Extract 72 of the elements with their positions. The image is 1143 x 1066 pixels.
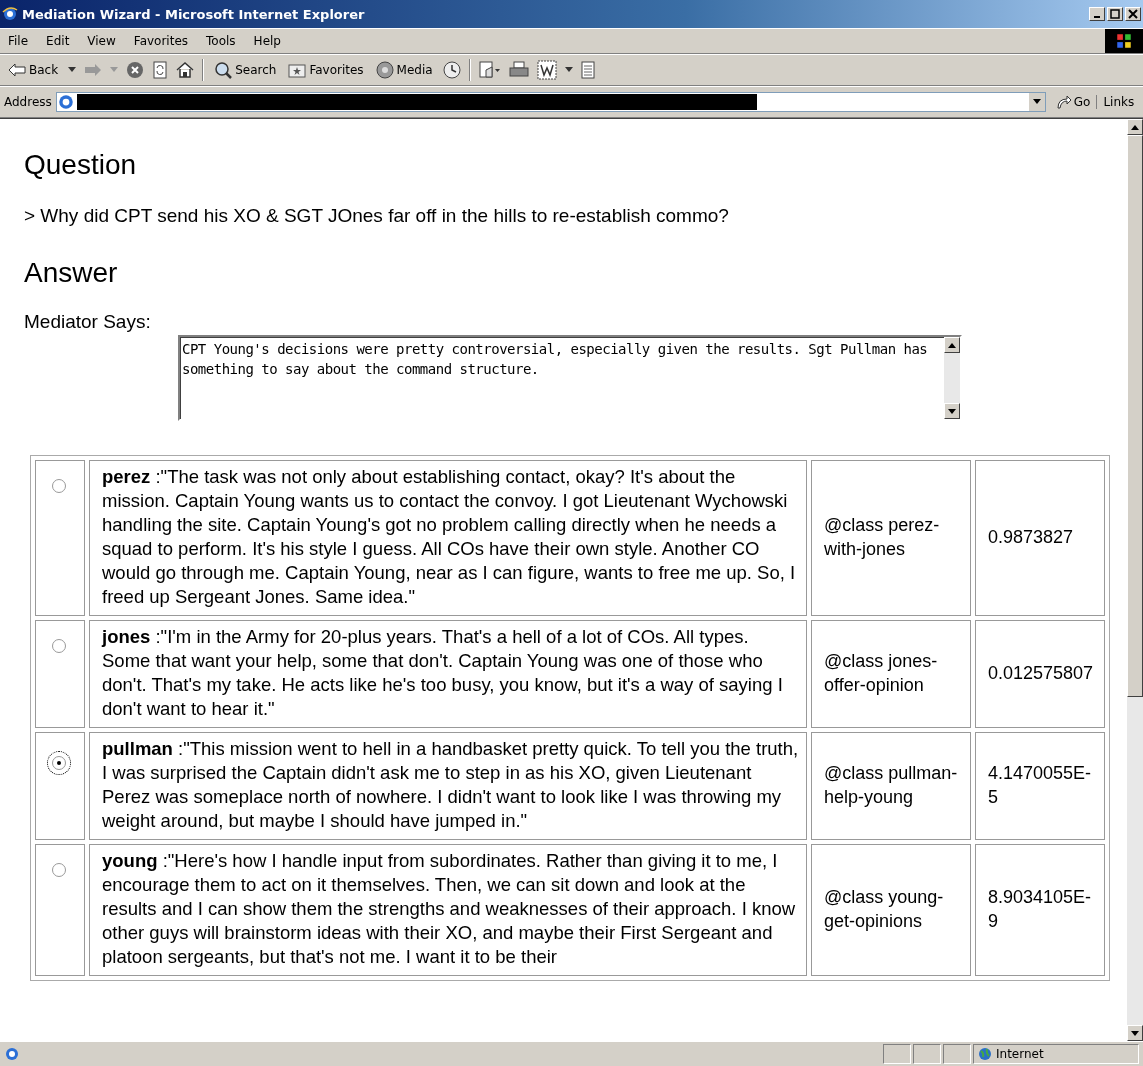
score-cell: 8.9034105E-9 xyxy=(975,844,1105,976)
score-cell: 0.9873827 xyxy=(975,460,1105,616)
radio-button[interactable] xyxy=(52,479,66,493)
status-pane xyxy=(943,1044,971,1064)
edit-icon[interactable] xyxy=(536,60,557,80)
document-icon[interactable] xyxy=(580,61,595,79)
history-icon[interactable] xyxy=(442,61,461,79)
go-button[interactable]: Go xyxy=(1049,95,1098,109)
home-icon[interactable] xyxy=(176,61,195,79)
class-cell: @class jones-offer-opinion xyxy=(811,620,971,728)
down-arrow-icon[interactable] xyxy=(948,408,956,414)
window-title: Mediation Wizard - Microsoft Internet Explorer xyxy=(22,6,366,22)
zone-label: Internet xyxy=(996,1047,1044,1061)
maximize-button[interactable] xyxy=(1107,7,1123,21)
print-icon[interactable] xyxy=(508,61,529,79)
address-field[interactable] xyxy=(55,92,1046,112)
response-cell: pullman :"This mission went to hell in a handbasket pretty quick. To tell you the truth, I was surprised the Captain didn't ask me to step in as his XO, given Lieutenant Perez was someplace north of nowhere. I didn't want to look like I was throwing my weight around, but maybe I should have jumped in." xyxy=(89,732,807,840)
question-text: > Why did CPT send his XO & SGT JOnes far off in the hills to re-establish commo? xyxy=(24,205,729,227)
down-arrow-icon[interactable] xyxy=(1131,1030,1139,1036)
class-cell: @class perez-with-jones xyxy=(811,460,971,616)
search-button[interactable]: Search xyxy=(212,61,279,79)
radio-button[interactable] xyxy=(52,863,66,877)
windows-logo-icon xyxy=(1105,29,1143,53)
stop-icon[interactable] xyxy=(126,61,145,79)
class-cell: @class pullman-help-young xyxy=(811,732,971,840)
favorites-button[interactable]: Favorites xyxy=(286,62,366,78)
menu-item[interactable]: Tools xyxy=(206,34,236,48)
radio-button[interactable] xyxy=(52,756,66,770)
minimize-icon xyxy=(1094,16,1100,18)
menu-item[interactable]: View xyxy=(87,34,116,48)
links-button[interactable]: Links xyxy=(1101,95,1137,109)
menu-item[interactable]: Help xyxy=(253,34,281,48)
close-button[interactable] xyxy=(1125,7,1141,21)
minimize-button[interactable] xyxy=(1089,7,1105,21)
response-cell: young :"Here's how I handle input from subordinates. Rather than giving it to me, I encourage them to act on it themselves. Then, we can sit down and look at the results and I can show them the strengths and weaknesses of their approach. I know other guys will brainstorm ideas with their XO, and maybe their First Sergeant and platoon sergeants, but that's not me. I want it to be their xyxy=(89,844,807,976)
maximize-icon xyxy=(1110,9,1120,19)
star-folder-icon xyxy=(288,62,307,78)
menu-item[interactable]: Favorites xyxy=(133,34,189,48)
score-cell: 0.012575807 xyxy=(975,620,1105,728)
page-icon xyxy=(4,1046,20,1062)
dropdown-arrow-icon[interactable] xyxy=(564,67,573,73)
section-heading: Answer xyxy=(24,257,118,289)
disc-icon xyxy=(375,61,394,79)
section-heading: Question xyxy=(24,149,137,181)
status-pane xyxy=(913,1044,941,1064)
up-arrow-icon[interactable] xyxy=(1131,124,1139,130)
back-arrow-icon xyxy=(8,63,26,77)
dropdown-arrow-icon[interactable] xyxy=(1032,99,1041,105)
mail-icon[interactable] xyxy=(478,61,501,79)
class-cell: @class young-get-opinions xyxy=(811,844,971,976)
browser-logo-icon xyxy=(2,6,18,22)
radio-button[interactable] xyxy=(52,639,66,653)
status-pane xyxy=(883,1044,911,1064)
vertical-scrollbar[interactable] xyxy=(1127,119,1143,1041)
mediator-label: Mediator Says: xyxy=(24,311,151,333)
refresh-icon[interactable] xyxy=(152,61,169,79)
page-icon xyxy=(56,93,75,111)
search-icon xyxy=(214,61,233,79)
close-icon xyxy=(1128,9,1138,19)
menu-item[interactable]: File xyxy=(8,34,29,48)
globe-icon xyxy=(978,1047,992,1061)
score-cell: 4.1470055E-5 xyxy=(975,732,1105,840)
up-arrow-icon[interactable] xyxy=(948,342,956,348)
media-button[interactable]: Media xyxy=(373,61,435,79)
menu-item[interactable]: Edit xyxy=(46,34,70,48)
go-arrow-icon xyxy=(1055,95,1072,109)
mediator-text-area[interactable]: CPT Young's decisions were pretty controversial, especially given the results. Sgt Pullman has something to say about the command structure. xyxy=(178,335,962,421)
response-cell: jones :"I'm in the Army for 20-plus years. That's a hell of a lot of COs. All types. Some that want your help, some that don't. Captain Young was one of those who don't. That's my take. He acts like he's too busy, you know, but it's a way of saying I don't want to hear it." xyxy=(89,620,807,728)
response-cell: perez :"The task was not only about establishing contact, okay? It's about the mission. Captain Young wants us to contact the convoy. I got Lieutenant Wychowski handling the site. Captain Young's got no problem calling directly when he needs a squad to perform. It's his style I guess. All COs have their own style. Another CO would go through me. Captain Young, near as I can figure, wants to free me up. So, I freed up Sergeant Jones. Same idea." xyxy=(89,460,807,616)
back-button[interactable]: Back xyxy=(6,63,61,77)
address-label: Address xyxy=(4,95,52,109)
dropdown-arrow-icon[interactable] xyxy=(68,67,77,73)
